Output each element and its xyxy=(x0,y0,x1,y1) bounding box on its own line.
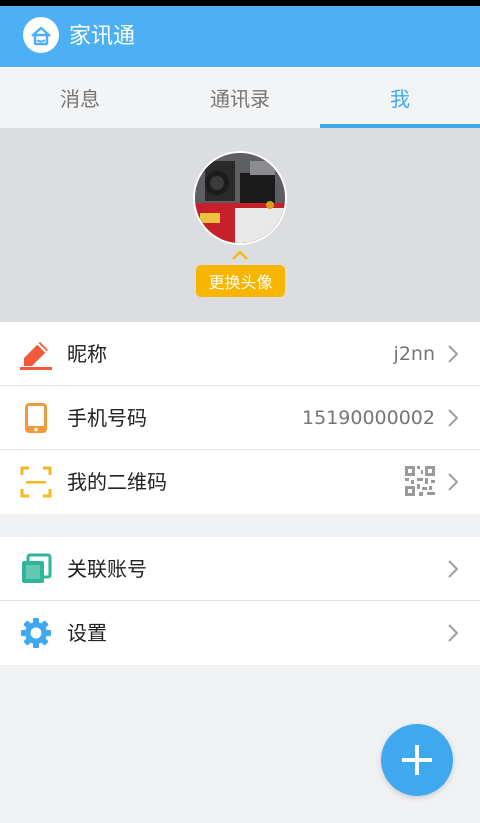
pencil-icon xyxy=(20,342,52,370)
list-item-linked-accounts[interactable]: 关联账号 xyxy=(0,537,480,601)
tab-me[interactable]: 我 xyxy=(320,67,480,128)
row-label: 手机号码 xyxy=(67,406,147,430)
row-label: 昵称 xyxy=(67,342,107,366)
chevron-right-icon xyxy=(448,560,458,578)
gear-icon xyxy=(21,618,51,648)
change-avatar-button[interactable]: 更换头像 xyxy=(196,265,285,297)
list-item-my-qr-code[interactable]: 我的二维码 xyxy=(0,450,480,514)
chevron-right-icon xyxy=(448,473,458,491)
profile-header: 更换头像 xyxy=(0,128,480,322)
qr-code-icon xyxy=(405,466,435,496)
chevron-right-icon xyxy=(448,409,458,427)
app-bar: 家讯通 xyxy=(0,6,480,67)
profile-settings-list: 昵称 j2nn 手机号码 15190000002 我的二维码 xyxy=(0,322,480,514)
tab-messages[interactable]: 消息 xyxy=(0,67,160,128)
row-label: 关联账号 xyxy=(67,557,147,581)
qr-scan-icon xyxy=(20,466,52,498)
phone-icon xyxy=(25,403,47,433)
avatar[interactable] xyxy=(193,151,287,245)
list-item-phone[interactable]: 手机号码 15190000002 xyxy=(0,386,480,450)
add-button[interactable] xyxy=(381,724,453,796)
plus-icon xyxy=(402,745,432,775)
nickname-value: j2nn xyxy=(393,343,435,365)
app-title: 家讯通 xyxy=(69,24,136,49)
row-label: 我的二维码 xyxy=(67,470,167,494)
account-settings-list: 关联账号 设置 xyxy=(0,537,480,665)
linked-accounts-icon xyxy=(22,553,52,583)
list-item-settings[interactable]: 设置 xyxy=(0,601,480,665)
tab-contacts[interactable]: 通讯录 xyxy=(160,67,320,128)
list-item-nickname[interactable]: 昵称 j2nn xyxy=(0,322,480,386)
app-logo-icon xyxy=(23,17,59,53)
tab-bar: 消息 通讯录 我 xyxy=(0,67,480,128)
caret-up-icon xyxy=(232,250,248,260)
row-label: 设置 xyxy=(67,621,107,645)
phone-value: 15190000002 xyxy=(302,407,435,429)
chevron-right-icon xyxy=(448,345,458,363)
chevron-right-icon xyxy=(448,624,458,642)
avatar-photo xyxy=(195,153,285,243)
